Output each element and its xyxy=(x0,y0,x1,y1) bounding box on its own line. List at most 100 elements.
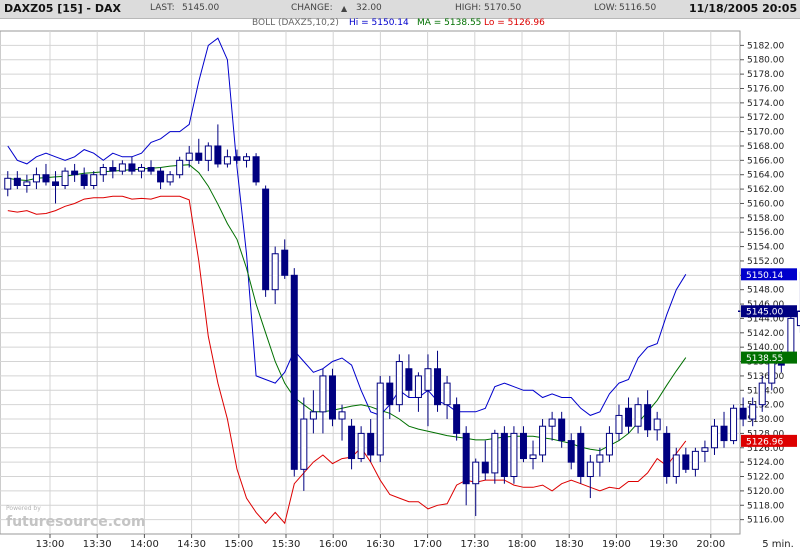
candle-body-down xyxy=(558,418,566,442)
candle-body-down xyxy=(214,145,222,165)
y-tick-label: 5176.00 xyxy=(747,84,784,94)
watermark-logo: futuresource.com xyxy=(6,514,146,530)
candle-body-up xyxy=(443,382,451,406)
candle-body-up xyxy=(395,361,403,406)
candle-body-up xyxy=(758,382,766,406)
candle-body-down xyxy=(682,454,690,470)
x-tick-label: 14:00 xyxy=(130,539,159,550)
y-tick-label: 5164.00 xyxy=(747,171,784,181)
candle-body-down xyxy=(52,181,60,186)
candle-body-up xyxy=(653,418,661,431)
candle-body-down xyxy=(195,152,203,161)
candle-body-up xyxy=(23,181,31,186)
candle-body-up xyxy=(749,404,757,420)
x-tick-label: 13:30 xyxy=(83,539,112,550)
x-tick-label: 16:30 xyxy=(366,539,395,550)
y-tick-label: 5172.00 xyxy=(747,113,784,123)
x-tick-label: 18:00 xyxy=(508,539,537,550)
x-tick-label: 15:00 xyxy=(224,539,253,550)
candle-body-down xyxy=(13,177,21,186)
value-tag-label: 5145.00 xyxy=(746,308,783,318)
candle-body-down xyxy=(42,174,50,183)
candle xyxy=(730,404,738,445)
candle-body-up xyxy=(300,418,308,470)
candle-body-down xyxy=(348,425,356,460)
watermark-powered-by: Powered by xyxy=(6,505,41,512)
y-tick-label: 5122.00 xyxy=(747,473,784,483)
candle-body-down xyxy=(262,188,270,291)
candle xyxy=(376,375,384,463)
candle-body-up xyxy=(787,317,795,355)
candle xyxy=(262,185,270,297)
candle-body-down xyxy=(644,404,652,431)
y-tick-label: 5136.00 xyxy=(747,372,784,382)
candle-body-up xyxy=(424,368,432,391)
candle-body-up xyxy=(309,411,317,420)
x-tick-label: 14:30 xyxy=(177,539,206,550)
candle-body-down xyxy=(625,407,633,427)
candle-body-up xyxy=(243,156,251,161)
candle-body-up xyxy=(548,418,556,427)
candle xyxy=(328,368,336,427)
candle-body-down xyxy=(281,249,289,276)
y-tick-label: 5156.00 xyxy=(747,228,784,238)
candle xyxy=(252,153,260,186)
candle-body-down xyxy=(720,425,728,442)
x-tick-label: 18:30 xyxy=(555,539,584,550)
candle-body-down xyxy=(519,432,527,460)
candle-body-up xyxy=(539,425,547,456)
candle-body-up xyxy=(204,145,212,161)
candle-body-down xyxy=(367,432,375,456)
candle-body-down xyxy=(577,432,585,478)
y-tick-label: 5154.00 xyxy=(747,243,784,253)
candle-body-up xyxy=(615,414,623,434)
candle-body-up xyxy=(118,163,126,172)
candle xyxy=(577,426,585,484)
x-interval-label: 5 min. xyxy=(762,539,794,550)
plot-area xyxy=(0,30,741,535)
candle xyxy=(290,268,298,477)
candle-body-up xyxy=(137,167,145,172)
candle xyxy=(663,426,671,484)
y-tick-label: 5158.00 xyxy=(747,214,784,224)
candle-body-up xyxy=(166,174,174,183)
x-tick-label: 17:00 xyxy=(413,539,442,550)
candle-body-down xyxy=(453,404,461,434)
y-tick-label: 5124.00 xyxy=(747,458,784,468)
x-tick-label: 13:00 xyxy=(36,539,65,550)
candle-body-down xyxy=(147,167,155,172)
value-tag-label: 5126.96 xyxy=(746,437,783,447)
value-tag-label: 5150.14 xyxy=(746,271,783,281)
candle-body-up xyxy=(176,159,184,176)
y-tick-label: 5178.00 xyxy=(747,70,784,80)
candle-body-down xyxy=(481,461,489,474)
candle-body-up xyxy=(596,454,604,463)
candle-body-up xyxy=(768,361,776,384)
candle-body-down xyxy=(405,368,413,391)
y-tick-label: 5168.00 xyxy=(747,142,784,152)
candle-body-down xyxy=(462,432,470,485)
x-tick-label: 19:30 xyxy=(649,539,678,550)
candle-body-down xyxy=(328,375,336,420)
candle-body-up xyxy=(710,425,718,449)
candle xyxy=(500,426,508,484)
candle xyxy=(739,397,747,427)
candle-body-down xyxy=(128,163,136,172)
x-tick-label: 17:30 xyxy=(460,539,489,550)
candle-body-up xyxy=(271,253,279,291)
candle-body-down xyxy=(71,170,79,176)
y-tick-label: 5118.00 xyxy=(747,501,784,511)
candle-body-up xyxy=(223,156,231,165)
candle-body-up xyxy=(338,411,346,420)
x-tick-label: 15:30 xyxy=(272,539,301,550)
candle xyxy=(61,167,69,190)
y-tick-label: 5166.00 xyxy=(747,156,784,166)
x-tick-label: 20:00 xyxy=(696,539,725,550)
candle-body-down xyxy=(252,156,260,183)
candle-body-down xyxy=(109,167,117,172)
candle-body-down xyxy=(500,432,508,478)
x-tick-label: 19:00 xyxy=(602,539,631,550)
candle xyxy=(176,156,184,179)
candle-body-down xyxy=(434,368,442,406)
chart-window: DAXZ05 [15] - DAX LAST: 5145.00 CHANGE: … xyxy=(0,0,800,550)
